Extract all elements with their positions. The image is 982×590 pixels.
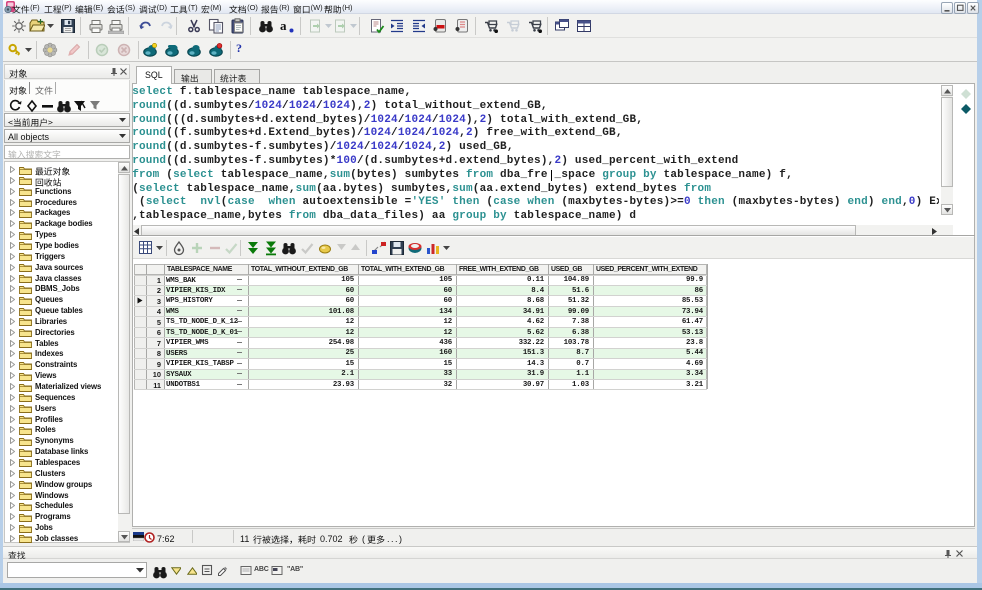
svg-text:a: a — [280, 18, 287, 33]
